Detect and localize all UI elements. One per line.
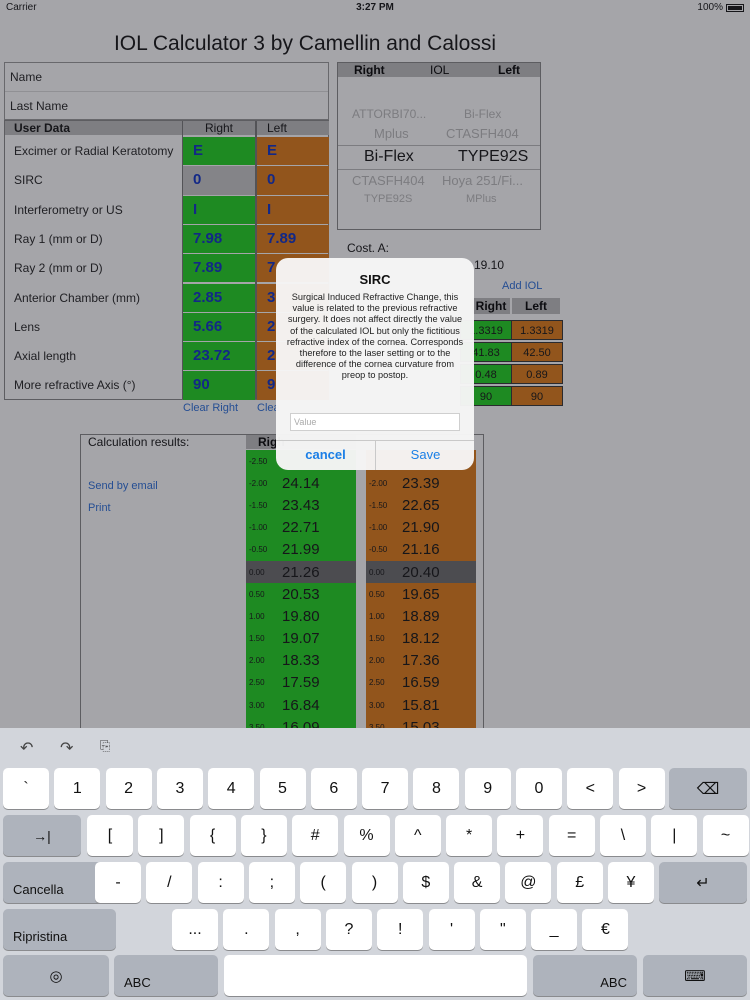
reset-key[interactable]: Ripristina: [3, 909, 116, 950]
keyboard-hide-icon[interactable]: ⌨: [643, 955, 747, 996]
keyboard-toolbar: ↶ ↷ ⎘: [0, 728, 750, 764]
key[interactable]: $: [402, 862, 449, 903]
undo-icon[interactable]: ↶: [20, 738, 33, 758]
key[interactable]: 2: [105, 768, 152, 809]
key[interactable]: }: [240, 815, 287, 856]
key[interactable]: *: [446, 815, 493, 856]
key[interactable]: :: [197, 862, 244, 903]
key[interactable]: ": [479, 909, 526, 950]
key[interactable]: =: [548, 815, 595, 856]
tab-key[interactable]: →|: [3, 815, 81, 856]
key[interactable]: !: [377, 909, 424, 950]
key[interactable]: €: [582, 909, 629, 950]
key[interactable]: ]: [138, 815, 185, 856]
dialog-title: SIRC: [359, 272, 391, 287]
key[interactable]: +: [497, 815, 544, 856]
cancel-key[interactable]: Cancella: [3, 862, 109, 903]
space-bar[interactable]: [224, 955, 527, 996]
key[interactable]: 0: [516, 768, 562, 809]
sirc-value-input[interactable]: [290, 413, 460, 431]
sirc-dialog: SIRC Surgical Induced Refractive Change,…: [276, 258, 474, 470]
key[interactable]: (: [300, 862, 347, 903]
key[interactable]: >: [618, 768, 665, 809]
key[interactable]: \: [600, 815, 646, 856]
key[interactable]: _: [531, 909, 578, 950]
app-screen: Carrier 3:27 PM 100% IOL Calculator 3 by…: [0, 0, 750, 1000]
key[interactable]: ~: [702, 815, 749, 856]
key[interactable]: ': [428, 909, 475, 950]
key[interactable]: £: [556, 862, 603, 903]
key[interactable]: /: [146, 862, 193, 903]
key[interactable]: 8: [413, 768, 460, 809]
key[interactable]: ): [351, 862, 398, 903]
key[interactable]: [: [87, 815, 133, 856]
key[interactable]: 6: [310, 768, 357, 809]
keyboard: ↶ ↷ ⎘ ` 1 2 3 4 5 6 7 8 9 0 < > ⌫ →|[]{} #% ^ * + = \ | ~ Cance…: [0, 728, 750, 1000]
key[interactable]: ^: [394, 815, 441, 856]
key[interactable]: 1: [54, 768, 101, 809]
key[interactable]: 4: [208, 768, 255, 809]
key[interactable]: &: [454, 862, 501, 903]
return-icon[interactable]: ↵: [659, 862, 747, 903]
key[interactable]: -: [95, 862, 141, 903]
key[interactable]: <: [567, 768, 614, 809]
dialog-message: Surgical Induced Refractive Change, this…: [286, 292, 464, 381]
key[interactable]: ?: [325, 909, 372, 950]
key[interactable]: |: [651, 815, 698, 856]
key[interactable]: 3: [156, 768, 203, 809]
backspace-icon[interactable]: ⌫: [669, 768, 747, 809]
key[interactable]: ;: [248, 862, 295, 903]
key[interactable]: @: [505, 862, 552, 903]
key[interactable]: 5: [259, 768, 306, 809]
paste-icon[interactable]: ⎘: [100, 738, 110, 754]
key[interactable]: %: [343, 815, 390, 856]
save-button[interactable]: Save: [376, 440, 474, 470]
abc-key-right[interactable]: ABC: [533, 955, 637, 996]
key[interactable]: 7: [362, 768, 409, 809]
key[interactable]: ,: [274, 909, 321, 950]
key[interactable]: 9: [464, 768, 511, 809]
globe-icon[interactable]: ◎: [3, 955, 109, 996]
key[interactable]: ...: [172, 909, 218, 950]
key[interactable]: `: [3, 768, 49, 809]
cancel-button[interactable]: cancel: [276, 440, 375, 470]
key[interactable]: #: [292, 815, 339, 856]
abc-key-left[interactable]: ABC: [114, 955, 218, 996]
key[interactable]: {: [189, 815, 236, 856]
key[interactable]: ¥: [608, 862, 654, 903]
redo-icon[interactable]: ↷: [60, 738, 73, 758]
key[interactable]: .: [223, 909, 270, 950]
